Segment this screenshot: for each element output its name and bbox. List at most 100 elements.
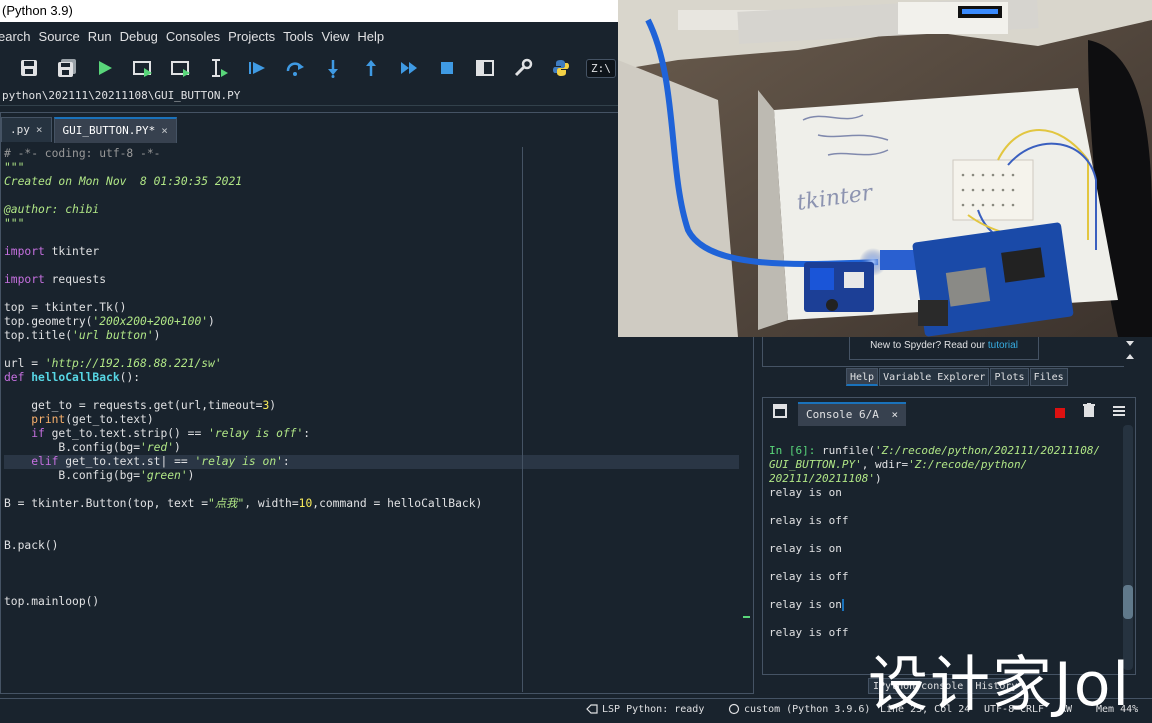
debug-icon[interactable]	[242, 53, 272, 83]
code-token: B.config(bg=	[4, 469, 141, 482]
pane-tab-plots[interactable]: Plots	[990, 368, 1029, 386]
working-directory-box[interactable]: Z:\	[586, 58, 616, 78]
code-token: )	[208, 315, 215, 328]
pane-tab-variable-explorer[interactable]: Variable Explorer	[879, 368, 990, 386]
code-token: ==	[167, 455, 195, 468]
run-cell-icon[interactable]	[128, 53, 158, 83]
step-into-icon[interactable]	[318, 53, 348, 83]
code-token: 'red'	[140, 441, 175, 454]
stop-kernel-icon[interactable]	[1055, 405, 1065, 423]
code-token: B.config(bg=	[4, 441, 141, 454]
code-token: B.pack()	[4, 539, 59, 552]
code-token: # -*- coding: utf-8 -*-	[4, 147, 161, 160]
console-scrollbar[interactable]	[1123, 425, 1133, 670]
menu-item-earch[interactable]: earch	[0, 29, 35, 44]
menu-item-debug[interactable]: Debug	[116, 29, 162, 44]
editor-tab[interactable]: GUI_BUTTON.PY* ×	[53, 117, 177, 143]
stop-icon[interactable]	[432, 53, 462, 83]
menu-item-view[interactable]: View	[317, 29, 353, 44]
menu-item-projects[interactable]: Projects	[224, 29, 279, 44]
console-output-line: relay is on	[769, 542, 842, 555]
step-icon[interactable]	[280, 53, 310, 83]
close-icon[interactable]: ×	[36, 118, 43, 142]
menu-bar: earch Source Run Debug Consoles Projects Tools…	[0, 22, 618, 50]
console-command: )	[874, 472, 882, 485]
code-line: elif get_to.text.st| == 'relay is on':	[4, 455, 739, 469]
console-output-line: relay is off	[769, 570, 849, 583]
code-line: top.mainloop()	[4, 595, 739, 609]
help-scrollbar[interactable]	[1124, 337, 1136, 367]
python-path-icon[interactable]	[546, 53, 576, 83]
code-token: 'url button'	[72, 329, 154, 342]
code-token: """	[4, 161, 25, 174]
run-cell-advance-icon[interactable]	[166, 53, 196, 83]
code-line: if get_to.text.strip() == 'relay is off'…	[4, 427, 739, 441]
menu-item-source[interactable]: Source	[35, 29, 84, 44]
code-token: tkinter	[44, 245, 100, 258]
code-token: :	[303, 427, 311, 440]
code-line: B.config(bg='red')	[4, 441, 739, 455]
code-token: if	[31, 427, 45, 440]
code-token: )	[187, 469, 195, 482]
tutorial-banner: New to Spyder? Read our tutorial	[849, 337, 1039, 360]
code-token: top.geometry(	[4, 315, 93, 328]
code-token: 'relay is off'	[208, 427, 304, 440]
console-scrollbar-thumb[interactable]	[1123, 585, 1133, 619]
save-icon[interactable]	[14, 53, 44, 83]
menu-item-run[interactable]: Run	[84, 29, 116, 44]
code-line: print(get_to.text)	[4, 413, 739, 427]
maximize-pane-icon[interactable]	[470, 53, 500, 83]
pane-tab-help[interactable]: Help	[846, 368, 879, 386]
code-token: get_to.text.strip() ==	[44, 427, 209, 440]
console-line: GUI_BUTTON.PY', wdir='Z:/recode/python/	[769, 458, 1114, 472]
run-icon[interactable]	[90, 53, 120, 83]
edge-line	[522, 147, 523, 692]
toolbar: Z:\	[0, 50, 618, 86]
tutorial-link[interactable]: tutorial	[988, 340, 1018, 351]
editor-tab-label: .py	[10, 123, 30, 136]
options-menu-icon[interactable]	[1113, 404, 1125, 422]
ipython-console: Console 6/A × In [6]: runfile('Z:/recode…	[762, 397, 1136, 675]
preferences-icon[interactable]	[508, 53, 538, 83]
close-icon[interactable]: ×	[161, 119, 168, 143]
console-window-icon[interactable]	[773, 404, 787, 423]
pane-tab-files[interactable]: Files	[1029, 368, 1068, 386]
help-pane: New to Spyder? Read our tutorial	[762, 337, 1136, 367]
code-line: url = 'http://192.168.88.221/sw'	[4, 357, 739, 371]
close-icon[interactable]: ×	[891, 408, 898, 421]
text-cursor	[841, 599, 844, 611]
editor-tab[interactable]: .py ×	[1, 117, 52, 142]
console-command: GUI_BUTTON.PY'	[769, 458, 862, 471]
step-out-icon[interactable]	[356, 53, 386, 83]
menu-item-tools[interactable]: Tools	[279, 29, 317, 44]
code-token: get_to.text.st	[58, 455, 161, 468]
clear-console-icon[interactable]	[1083, 403, 1095, 422]
run-selection-icon[interactable]	[204, 53, 234, 83]
pane-tabs: Help Variable Explorer Plots Files	[846, 368, 1069, 386]
code-token: "点我"	[208, 497, 245, 510]
console-output[interactable]: In [6]: runfile('Z:/recode/python/202111…	[769, 444, 1114, 640]
code-token: print	[31, 413, 66, 426]
console-tab[interactable]: Console 6/A ×	[798, 402, 907, 426]
menu-item-consoles[interactable]: Consoles	[162, 29, 224, 44]
lsp-status-text: LSP Python: ready	[602, 704, 705, 715]
toolbar-overflow[interactable]	[0, 53, 6, 83]
console-output-line: relay is off	[769, 514, 849, 527]
code-token: 'relay is on'	[194, 455, 283, 468]
save-all-icon[interactable]	[52, 53, 82, 83]
continue-icon[interactable]	[394, 53, 424, 83]
camera-overlay-photo: tkinter	[618, 0, 1152, 337]
editor-tab-label: GUI_BUTTON.PY*	[62, 124, 156, 137]
code-token: url =	[4, 357, 45, 370]
code-token: import	[4, 245, 45, 258]
menu-item-help[interactable]: Help	[353, 29, 388, 44]
console-command: runfile(	[815, 444, 875, 457]
